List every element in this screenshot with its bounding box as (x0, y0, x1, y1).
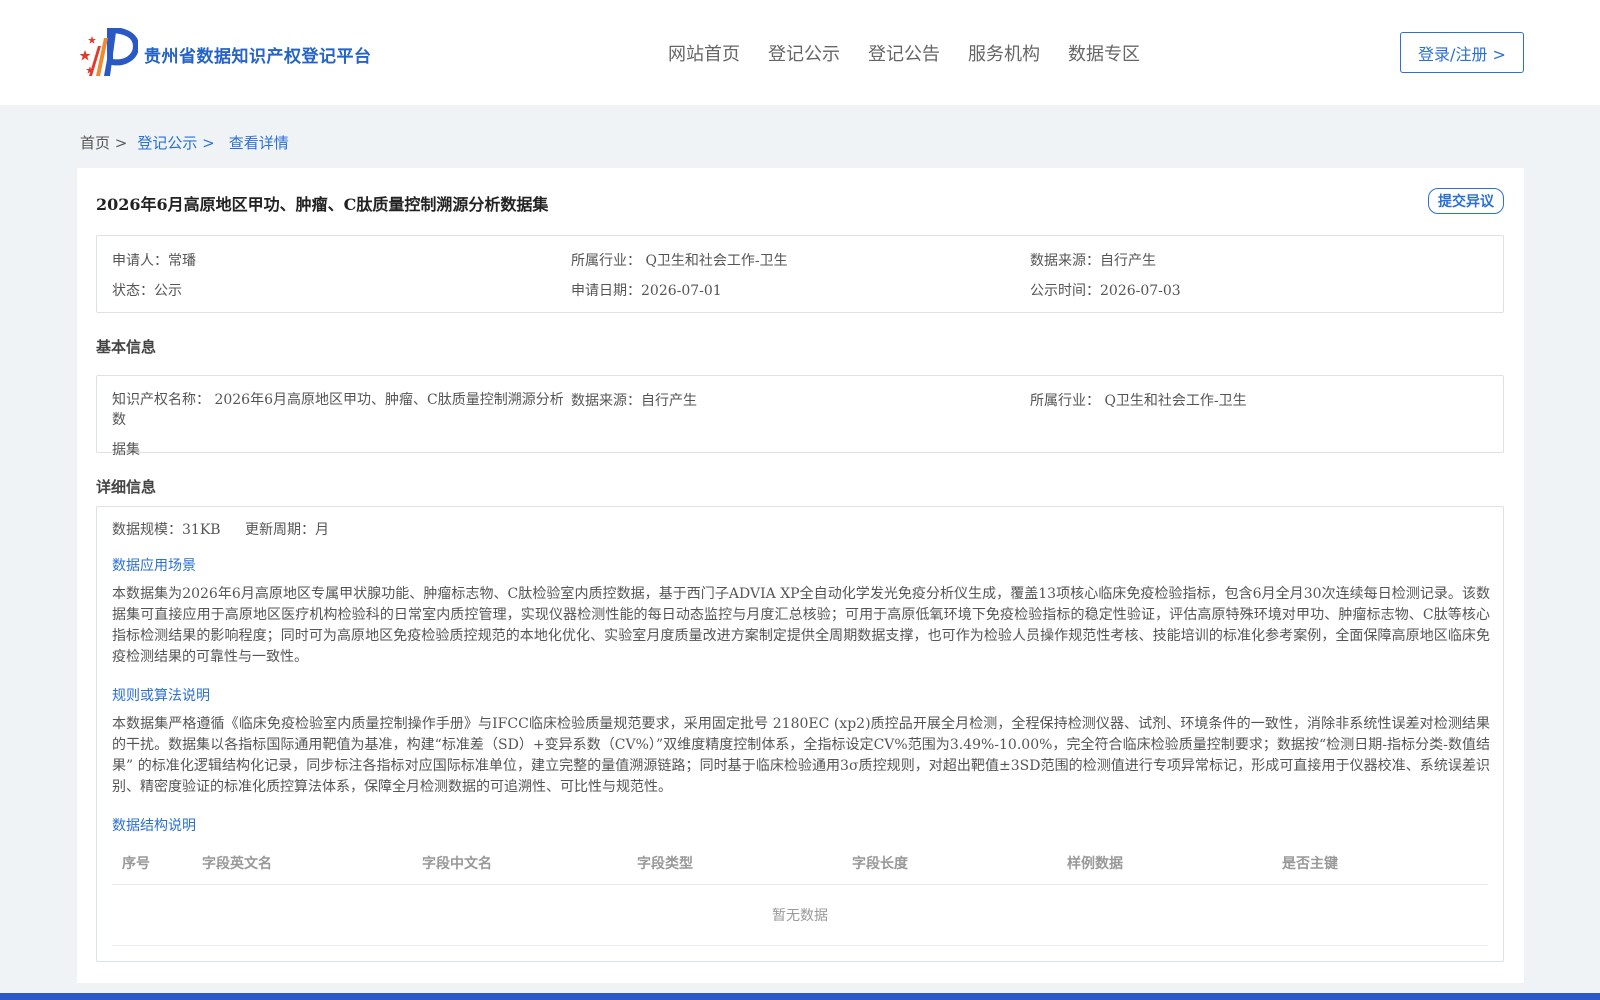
nav-home[interactable]: 网站首页 (668, 40, 740, 66)
site-header: 贵州省数据知识产权登记平台 网站首页 登记公示 登记公告 服务机构 数据专区 登… (0, 0, 1600, 105)
industry-field: 所属行业： Q卫生和社会工作-卫生 (571, 253, 788, 269)
ip-name-line-1: 知识产权名称： 2026年6月高原地区甲功、肿瘤、C肽质量控制溯源分析数 (112, 392, 564, 428)
site-title[interactable]: 贵州省数据知识产权登记平台 (144, 42, 372, 67)
update-cycle: 更新周期：月 (245, 522, 330, 538)
status-field: 状态：公示 (112, 283, 182, 299)
login-register-button[interactable]: 登录/注册 > (1400, 32, 1524, 73)
col-sample-data: 样例数据 (1067, 856, 1123, 872)
nav-service-agencies[interactable]: 服务机构 (968, 40, 1040, 66)
application-scenario-heading: 数据应用场景 (112, 558, 196, 574)
nav-data-zone[interactable]: 数据专区 (1068, 40, 1140, 66)
ip-name-field: 知识产权名称： 2026年6月高原地区甲功、肿瘤、C肽质量控制溯源分析数 据集 (112, 390, 572, 460)
basic-info-box: 知识产权名称： 2026年6月高原地区甲功、肿瘤、C肽质量控制溯源分析数 据集 … (96, 375, 1504, 458)
basic-info-heading: 基本信息 (96, 338, 157, 356)
ip-name-line-2: 据集 (112, 442, 140, 458)
data-structure-heading: 数据结构说明 (112, 818, 196, 834)
meta-summary-box: 申请人：常璠 所属行业： Q卫生和社会工作-卫生 数据来源：自行产生 状态：公示… (96, 235, 1504, 313)
col-field-type: 字段类型 (637, 856, 693, 872)
table-empty-state: 暂无数据 (112, 885, 1488, 946)
breadcrumb: 首页 > 登记公示 > 查看详情 (80, 132, 289, 153)
page-title: 2026年6月高原地区甲功、肿瘤、C肽质量控制溯源分析数据集 (96, 195, 549, 214)
nav-registration-publicity[interactable]: 登记公示 (768, 40, 840, 66)
col-primary-key: 是否主键 (1282, 856, 1338, 872)
data-structure-table-header: 序号 字段英文名 字段中文名 字段类型 字段长度 样例数据 是否主键 (112, 839, 1488, 885)
algorithm-text: 本数据集严格遵循《临床免疫检验室内质量控制操作手册》与IFCC临床检验质量规范要… (112, 716, 1490, 795)
platform-logo-icon[interactable] (80, 28, 138, 78)
detail-info-heading: 详细信息 (96, 478, 157, 496)
col-chinese-name: 字段中文名 (422, 856, 492, 872)
footer-bar (0, 993, 1600, 1000)
data-scale: 数据规模：31KB (112, 522, 221, 538)
algorithm-heading: 规则或算法说明 (112, 688, 210, 704)
col-index: 序号 (122, 856, 150, 872)
col-english-name: 字段英文名 (202, 856, 272, 872)
application-scenario-text: 本数据集为2026年6月高原地区专属甲状腺功能、肿瘤标志物、C肽检验室内质控数据… (112, 586, 1490, 665)
scale-line: 数据规模：31KB 更新周期：月 (112, 519, 349, 539)
applicant-field: 申请人：常璠 (112, 253, 196, 269)
nav-registration-announcement[interactable]: 登记公告 (868, 40, 940, 66)
detail-info-box: 数据规模：31KB 更新周期：月 数据应用场景 本数据集为2026年6月高原地区… (96, 506, 1504, 962)
submit-objection-button[interactable]: 提交异议 (1428, 188, 1504, 214)
detail-card: 2026年6月高原地区甲功、肿瘤、C肽质量控制溯源分析数据集 提交异议 申请人：… (77, 168, 1524, 983)
breadcrumb-current: 查看详情 (228, 134, 289, 152)
basic-data-source-field: 数据来源：自行产生 (571, 393, 697, 409)
col-field-length: 字段长度 (852, 856, 908, 872)
breadcrumb-publicity[interactable]: 登记公示 > (137, 132, 214, 153)
publish-date-field: 公示时间：2026-07-03 (1030, 283, 1181, 299)
apply-date-field: 申请日期：2026-07-01 (571, 283, 722, 299)
basic-industry-field: 所属行业： Q卫生和社会工作-卫生 (1030, 393, 1247, 409)
data-source-field: 数据来源：自行产生 (1030, 253, 1156, 269)
main-nav: 网站首页 登记公示 登记公告 服务机构 数据专区 (668, 40, 1168, 66)
breadcrumb-home[interactable]: 首页 > (80, 132, 127, 153)
